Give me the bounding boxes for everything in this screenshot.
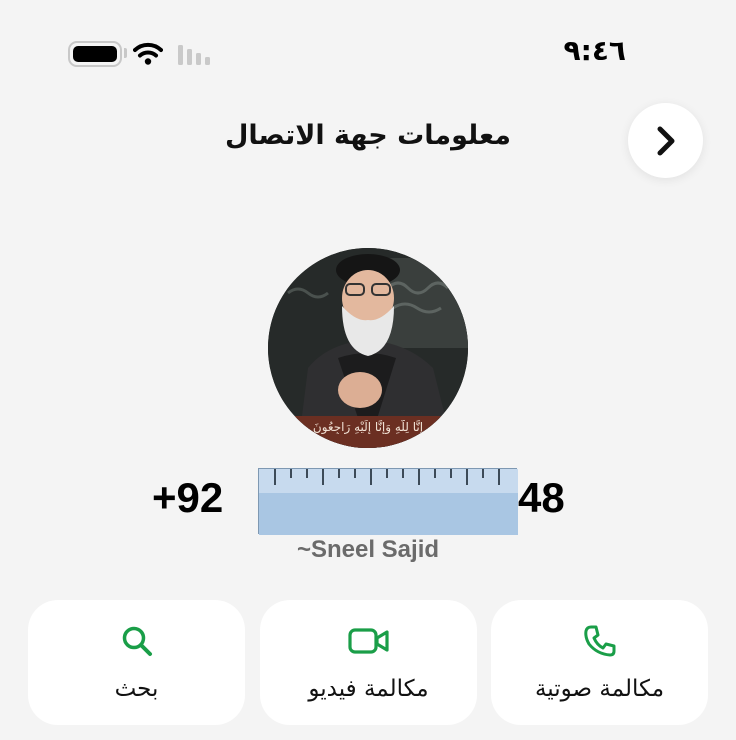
search-button[interactable]: بحث [28,600,245,725]
search-icon [122,626,152,656]
back-button[interactable] [628,103,703,178]
phone-number: +92 48 [0,466,736,536]
avatar[interactable]: إِنَّا لِلَّهِ وَإِنَّا إِلَيْهِ رَاجِعُ… [268,248,468,448]
video-call-button[interactable]: مكالمة فيديو [260,600,477,725]
battery-nub [124,48,127,58]
video-camera-icon [347,628,389,654]
status-bar: ٩:٤٦ [0,0,736,100]
chevron-right-icon [657,126,674,155]
contact-name: ~Sneel Sajid [296,536,440,563]
wifi-icon [133,42,163,65]
redaction-ruler [258,468,518,535]
page-title: معلومات جهة الاتصال [224,120,512,151]
battery-icon [68,41,122,67]
phone-prefix: +92 [152,474,224,521]
video-call-label: مكالمة فيديو [308,676,429,702]
voice-call-label: مكالمة صوتية [534,676,665,702]
cellular-signal-icon [178,45,210,65]
avatar-caption: إِنَّا لِلَّهِ وَإِنَّا إِلَيْهِ رَاجِعُ… [312,420,424,434]
search-label: بحث [114,676,159,702]
phone-suffix: 48 [518,474,565,521]
status-time: ٩:٤٦ [563,34,626,67]
phone-icon [583,625,615,657]
voice-call-button[interactable]: مكالمة صوتية [491,600,708,725]
avatar-portrait [268,248,468,448]
